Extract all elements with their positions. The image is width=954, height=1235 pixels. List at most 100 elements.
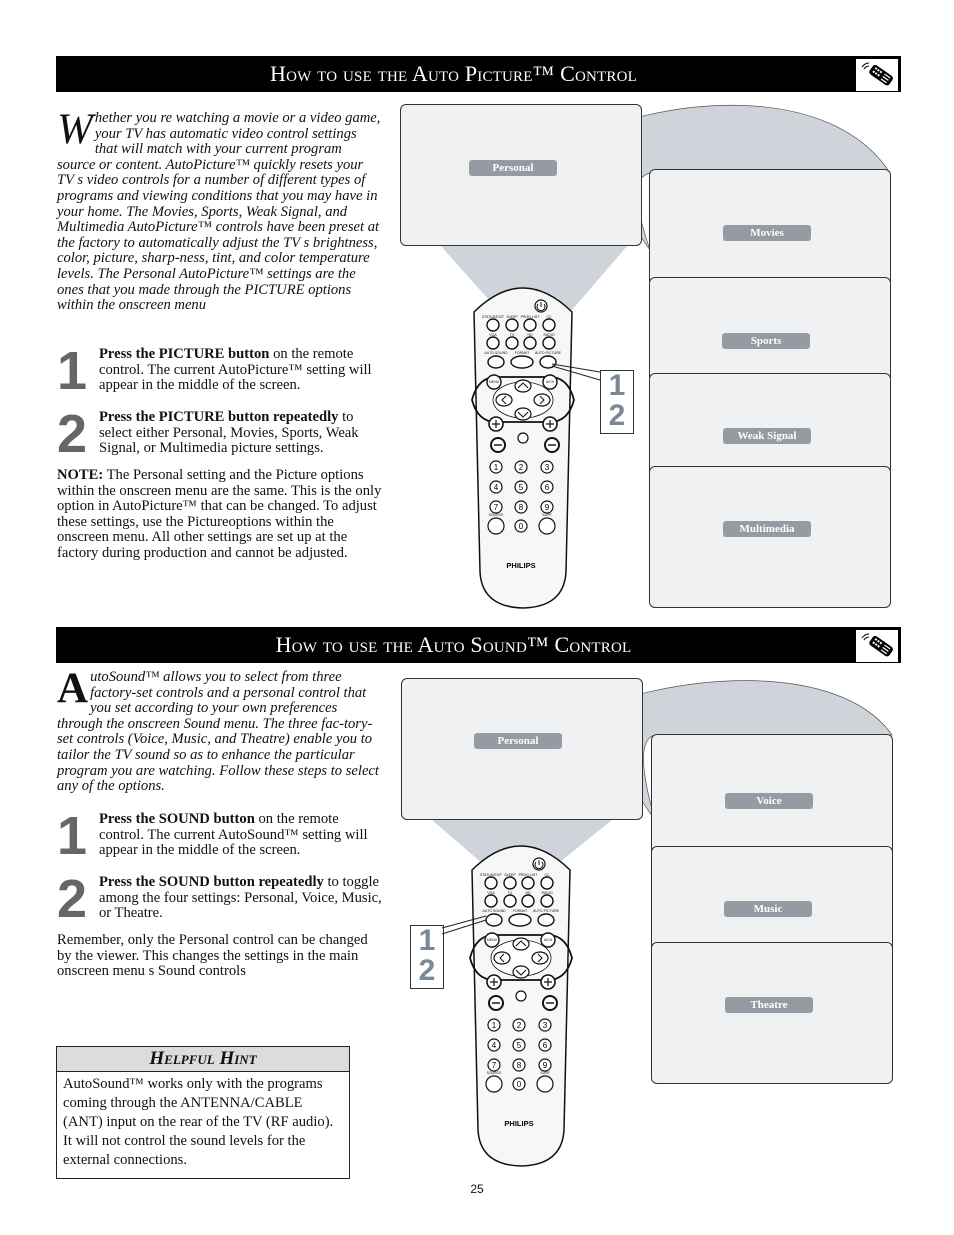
- remote-button: [484, 876, 498, 890]
- helpful-hint-box: Helpful Hint AutoSound™ works only with …: [56, 1046, 350, 1179]
- digit-label: 2: [519, 463, 524, 472]
- remote-button: [521, 876, 535, 890]
- hint-title: Helpful Hint: [57, 1047, 349, 1072]
- callout-number-2: 2: [608, 399, 626, 432]
- digit-label: 1: [494, 463, 499, 472]
- button-label: SURF: [540, 1071, 550, 1075]
- digit-label: 6: [543, 1041, 548, 1050]
- step-number: 1: [57, 341, 88, 401]
- source-button: [487, 517, 505, 535]
- remote-button: [508, 913, 532, 927]
- digit-label: 4: [492, 1041, 497, 1050]
- digit-label: 0: [519, 522, 524, 531]
- step-number: 2: [57, 869, 88, 929]
- intro-text: utoSound™ allows you to select from thre…: [57, 669, 379, 795]
- step-number: 2: [57, 404, 88, 464]
- section-header-auto-picture: How to use the Auto Picture™ Control: [56, 56, 901, 92]
- remote-button: [540, 894, 554, 908]
- intro-paragraph: Whether you re watching a movie or a vid…: [57, 106, 382, 314]
- digit-label: 8: [517, 1061, 522, 1070]
- step-bold: Press the PICTURE button repeatedly: [99, 409, 339, 425]
- step-bold: Press the SOUND button: [99, 811, 255, 827]
- remote-button: [523, 336, 537, 350]
- digit-label: 0: [517, 1080, 522, 1089]
- dpad-button: [512, 965, 530, 979]
- note-text: The Personal setting and the Picture opt…: [57, 467, 382, 561]
- remote-button: [523, 318, 537, 332]
- button-label: AUTO PICTURE: [533, 909, 560, 913]
- setting-label-personal: Personal: [469, 160, 557, 176]
- remote-button: [542, 318, 556, 332]
- remote-drawing: STATUS/EXIT SLEEP PROG.LIST CCVGA TV HD RADIOA…: [471, 287, 575, 609]
- drop-cap: A: [57, 665, 89, 712]
- mute-button: [515, 990, 527, 1002]
- remote-button: [487, 355, 505, 369]
- digit-label: 6: [545, 483, 550, 492]
- step-number: 1: [57, 806, 88, 866]
- digit-label: 3: [545, 463, 550, 472]
- tv-screen-personal: Personal: [400, 104, 642, 246]
- digit-label: 4: [494, 483, 499, 492]
- digit-label: 9: [543, 1061, 548, 1070]
- digit-label: 8: [519, 503, 524, 512]
- button-label: SOURCE: [489, 513, 505, 517]
- remote-drawing: STATUS/EXIT SLEEP PROG.LIST CCVGA TV HD RADIOA…: [469, 845, 573, 1167]
- setting-label-weak-signal: Weak Signal: [723, 428, 811, 444]
- setting-label-personal: Personal: [474, 733, 562, 749]
- setting-label-theatre: Theatre: [725, 997, 813, 1013]
- intro-paragraph: AutoSound™ allows you to select from thr…: [57, 665, 382, 795]
- step-bold: Press the PICTURE button: [99, 346, 270, 362]
- step-bold: Press the SOUND button repeatedly: [99, 874, 324, 890]
- remote-button: [503, 876, 517, 890]
- setting-label-multimedia: Multimedia: [723, 521, 811, 537]
- button-label: FORMAT: [515, 351, 530, 355]
- tv-screen-personal: Personal: [401, 678, 643, 820]
- dpad-button: [495, 393, 513, 407]
- section-title: How to use the Auto Sound™ Control: [275, 632, 632, 657]
- remote-control-picture: STATUS/EXIT SLEEP PROG.LIST CC VGA TV HD RADIO A…: [468, 282, 578, 612]
- dpad-button: [531, 951, 549, 965]
- source-button: [485, 1075, 503, 1093]
- remote-button: [542, 336, 556, 350]
- step-2: 2 Press the PICTURE button repeatedly to…: [57, 407, 382, 461]
- remote-button: [510, 355, 534, 369]
- callout-pointer-sound: [441, 915, 487, 935]
- callout-number-1: 1: [418, 924, 436, 957]
- remote-button: [484, 894, 498, 908]
- remote-button: [540, 876, 554, 890]
- surf-button: [536, 1075, 554, 1093]
- setting-label-voice: Voice: [725, 793, 813, 809]
- brand-logo: PHILIPS: [506, 561, 535, 570]
- remember-paragraph: Remember, only the Personal control can …: [57, 932, 368, 980]
- dpad-button: [512, 937, 530, 951]
- drop-cap: W: [57, 106, 93, 153]
- button-label: MENU: [489, 380, 500, 384]
- step-1: 1 Press the PICTURE button on the remote…: [57, 344, 382, 398]
- hint-text: AutoSound™ works only with the programs …: [63, 1076, 334, 1168]
- digit-label: 5: [519, 483, 524, 492]
- remote-button: [505, 336, 519, 350]
- note-label: NOTE:: [57, 467, 104, 483]
- button-label: FORMAT: [513, 909, 528, 913]
- intro-text: hether you re watching a movie or a vide…: [57, 110, 381, 314]
- mute-button: [517, 432, 529, 444]
- remote-button: [521, 894, 535, 908]
- dpad-button: [514, 379, 532, 393]
- digit-label: 3: [543, 1021, 548, 1030]
- step-2: 2 Press the SOUND button repeatedly to t…: [57, 872, 382, 926]
- setting-label-sports: Sports: [722, 333, 810, 349]
- remote-control-sound: STATUS/EXIT SLEEP PROG.LIST CC VGA TV HD RADIO A…: [466, 840, 576, 1170]
- surf-button: [538, 517, 556, 535]
- dpad-button: [533, 393, 551, 407]
- setting-label-movies: Movies: [723, 225, 811, 241]
- note-paragraph: NOTE: The Personal setting and the Pictu…: [57, 467, 382, 562]
- digit-label: 2: [517, 1021, 522, 1030]
- button-label: A/CH: [544, 938, 553, 942]
- section-title: How to use the Auto Picture™ Control: [270, 61, 637, 86]
- digit-label: 5: [517, 1041, 522, 1050]
- button-label: AUTO PICTURE: [535, 351, 562, 355]
- section-header-auto-sound: How to use the Auto Sound™ Control: [56, 627, 901, 663]
- step-callout-sound: 1 2: [410, 925, 444, 989]
- remote-control-icon: [855, 58, 899, 92]
- digit-label: 9: [545, 503, 550, 512]
